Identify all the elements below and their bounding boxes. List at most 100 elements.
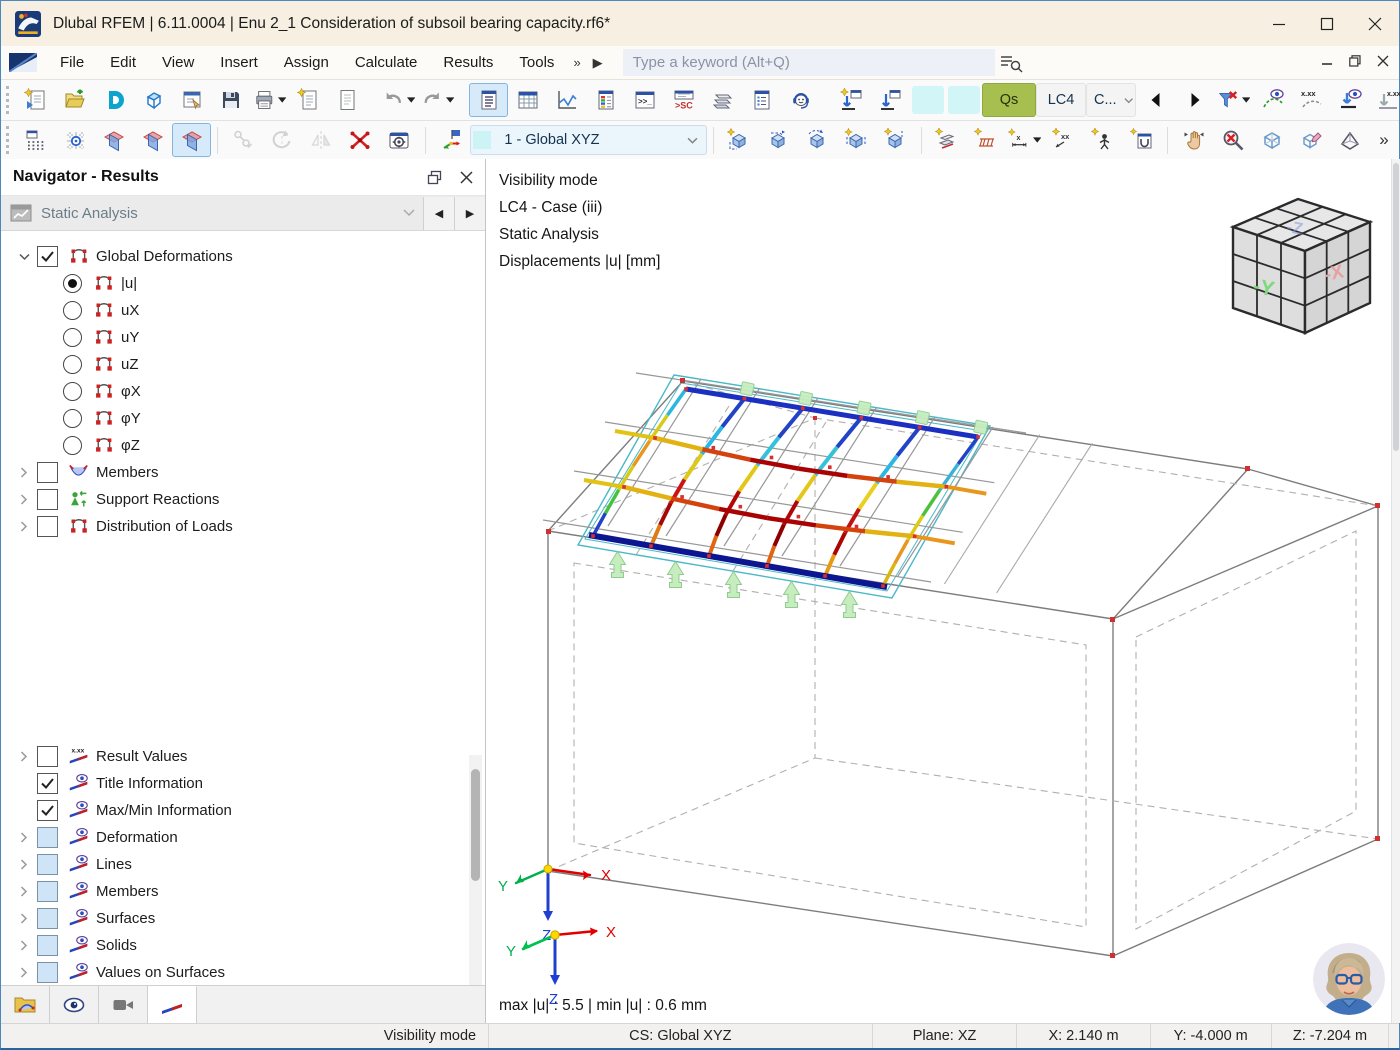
dimension-xx-button[interactable]: xx	[1044, 123, 1083, 157]
open-model-button[interactable]	[55, 83, 94, 117]
pan-view-button[interactable]	[1174, 123, 1213, 157]
radio-u-y[interactable]	[63, 328, 82, 347]
radio-phi-x[interactable]	[63, 382, 82, 401]
search-input[interactable]	[622, 49, 995, 76]
menu-results[interactable]: Results	[430, 46, 506, 79]
checkbox-maxmin-information[interactable]	[37, 800, 58, 821]
print-button[interactable]	[250, 83, 289, 117]
child-close-button[interactable]	[1377, 54, 1389, 72]
menu-insert[interactable]: Insert	[207, 46, 271, 79]
checkbox-surfaces[interactable]	[37, 908, 58, 929]
navigator-scrollbar[interactable]	[469, 755, 482, 995]
assistant-button[interactable]	[781, 83, 820, 117]
menu-calculate[interactable]: Calculate	[342, 46, 431, 79]
tree-item-result-values[interactable]: x.xx Result Values	[1, 743, 465, 770]
clipping-window-button[interactable]	[1122, 123, 1161, 157]
tree-item-lines[interactable]: Lines	[1, 851, 465, 878]
chevron-collapsed-icon[interactable]	[20, 967, 28, 978]
undo-button[interactable]	[379, 83, 418, 117]
menu-edit[interactable]: Edit	[97, 46, 149, 79]
case-combo[interactable]: C...	[1086, 83, 1136, 117]
tree-item-u-z[interactable]: uZ	[1, 351, 465, 378]
model-viewport[interactable]: X Y Z X Y Z -Y -X -Z Visibility mode LC4…	[486, 159, 1400, 1023]
tree-item-members[interactable]: Members	[1, 459, 465, 486]
show-results-toggle[interactable]	[1253, 83, 1292, 117]
child-restore-button[interactable]	[1349, 54, 1361, 72]
extrude-block-button[interactable]	[759, 123, 798, 157]
rotate-objects-button[interactable]	[263, 123, 302, 157]
deformation-values-toggle[interactable]: x.xx	[1370, 83, 1400, 117]
menu-view[interactable]: View	[149, 46, 207, 79]
viewport-scrollbar[interactable]	[1391, 159, 1400, 1023]
float-panel-icon[interactable]	[421, 164, 447, 190]
previous-case-button[interactable]	[1136, 83, 1175, 117]
checkbox-deformation[interactable]	[37, 827, 58, 848]
chevron-collapsed-icon[interactable]	[20, 859, 28, 870]
navigation-cube[interactable]: -Y -X -Z	[1229, 197, 1374, 335]
tree-item-solids[interactable]: Solids	[1, 932, 465, 959]
resize-grip[interactable]	[1389, 1024, 1399, 1048]
move-block-button[interactable]	[798, 123, 837, 157]
tables-toggle[interactable]	[508, 83, 547, 117]
menu-tools[interactable]: Tools	[506, 46, 567, 79]
tree-item-u-y[interactable]: uY	[1, 324, 465, 351]
model-3d-button[interactable]	[133, 83, 172, 117]
new-printout-report-button[interactable]	[289, 83, 328, 117]
load-case-button[interactable]: LC4	[1036, 83, 1086, 117]
next-case-button[interactable]	[1175, 83, 1214, 117]
previous-analysis-button[interactable]: ◀	[423, 196, 454, 230]
checkbox-members[interactable]	[37, 462, 58, 483]
layers-button[interactable]	[703, 83, 742, 117]
tree-item-title-information[interactable]: Title Information	[1, 770, 465, 797]
coordinate-system-button[interactable]	[431, 123, 470, 157]
delete-nodes-button[interactable]	[341, 123, 380, 157]
toolbar-drag-handle[interactable]	[6, 86, 9, 114]
result-diagrams-button[interactable]	[547, 83, 586, 117]
grid-button[interactable]	[16, 123, 55, 157]
tree-item-phi-x[interactable]: φX	[1, 378, 465, 405]
show-deformation-toggle[interactable]	[1331, 83, 1370, 117]
chevron-collapsed-icon[interactable]	[20, 467, 28, 478]
radio-u-abs[interactable]	[63, 274, 82, 293]
checkbox-distribution-of-loads[interactable]	[37, 516, 58, 537]
printout-report-button[interactable]	[328, 83, 367, 117]
toolbar2-overflow-button[interactable]: »	[1369, 123, 1399, 157]
load-swatch-1[interactable]	[912, 86, 944, 114]
analysis-selector[interactable]: Static Analysis ◀ ▶	[1, 196, 485, 231]
mirror-objects-button[interactable]	[302, 123, 341, 157]
work-plane-yz-button[interactable]	[172, 123, 211, 157]
tree-item-values-on-surfaces[interactable]: Values on Surfaces	[1, 959, 465, 986]
annotation-button[interactable]	[1083, 123, 1122, 157]
tab-camera[interactable]	[99, 986, 148, 1023]
close-button[interactable]	[1351, 1, 1399, 46]
chevron-collapsed-icon[interactable]	[20, 494, 28, 505]
checkbox-global-deformations[interactable]	[37, 246, 58, 267]
copy-block-button[interactable]	[837, 123, 876, 157]
checkbox-lines[interactable]	[37, 854, 58, 875]
snap-button[interactable]	[55, 123, 94, 157]
wireframe-view-button[interactable]	[1252, 123, 1291, 157]
new-load-button[interactable]	[832, 83, 871, 117]
menu-overflow-arrow[interactable]: ▶	[587, 55, 609, 71]
zoom-cancel-button[interactable]	[1213, 123, 1252, 157]
maximize-button[interactable]	[1303, 1, 1351, 46]
edit-model-data-button[interactable]	[172, 83, 211, 117]
tree-item-phi-z[interactable]: φZ	[1, 432, 465, 459]
chevron-collapsed-icon[interactable]	[20, 832, 28, 843]
color-panel-toggle[interactable]	[586, 83, 625, 117]
chevron-collapsed-icon[interactable]	[20, 913, 28, 924]
radio-u-z[interactable]	[63, 355, 82, 374]
child-minimize-button[interactable]	[1322, 54, 1333, 72]
menu-assign[interactable]: Assign	[271, 46, 342, 79]
new-grid-dimension-button[interactable]	[966, 123, 1005, 157]
filter-results-button[interactable]	[1214, 83, 1253, 117]
chevron-collapsed-icon[interactable]	[20, 521, 28, 532]
load-type-button[interactable]: Qs	[982, 83, 1036, 117]
checkbox-result-values[interactable]	[37, 746, 58, 767]
tree-item-support-reactions[interactable]: Support Reactions	[1, 486, 465, 513]
select-objects-button[interactable]	[224, 123, 263, 157]
tree-item-distribution-of-loads[interactable]: Distribution of Loads	[1, 513, 465, 540]
menu-overflow-chevrons[interactable]: »	[567, 55, 586, 70]
new-dimension-button[interactable]	[927, 123, 966, 157]
result-values-toggle[interactable]: x.xx	[1292, 83, 1331, 117]
